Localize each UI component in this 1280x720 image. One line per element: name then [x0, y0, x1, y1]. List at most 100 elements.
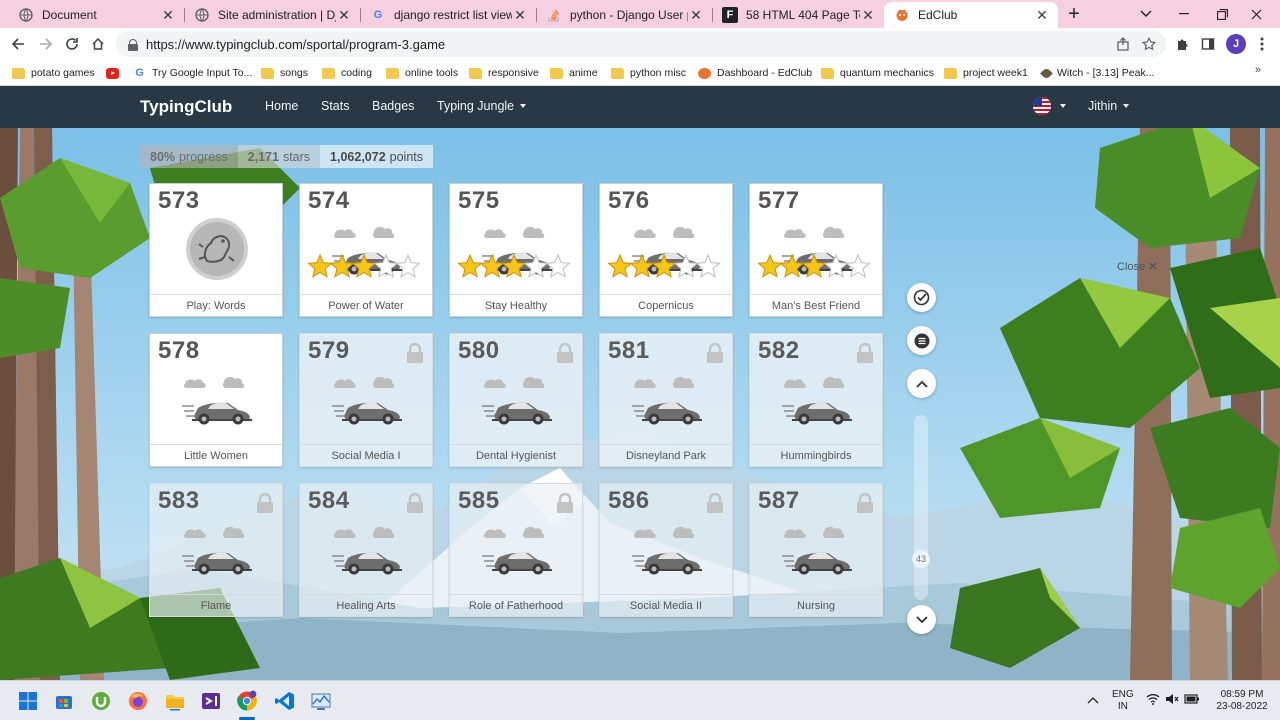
star-filled-icon: [758, 253, 783, 278]
bookmark-star-icon[interactable]: [1140, 35, 1158, 53]
lesson-card-583[interactable]: 583 Flame: [149, 483, 283, 617]
bookmark-quantum-mechanics[interactable]: quantum mechanics: [821, 64, 934, 82]
bookmark-label: songs: [280, 67, 309, 79]
lesson-card-574[interactable]: 574 Power of Water: [299, 183, 433, 317]
bookmark-youtube[interactable]: [106, 64, 125, 82]
bookmark-edclub-dashboard[interactable]: Dashboard - EdClub: [698, 64, 812, 82]
extensions-icon[interactable]: [1172, 34, 1192, 54]
resource-monitor-icon[interactable]: [309, 689, 333, 713]
file-explorer-icon[interactable]: [163, 689, 187, 713]
us-flag-icon[interactable]: [1033, 97, 1051, 115]
folder-icon: [944, 67, 957, 79]
utorrent-icon[interactable]: [89, 689, 113, 713]
scroll-down-button[interactable]: [907, 605, 936, 634]
lesson-number: 578: [158, 337, 200, 364]
nav-home[interactable]: Home: [265, 99, 298, 113]
close-window-icon[interactable]: [1244, 4, 1268, 24]
tab-document[interactable]: Document ✕: [8, 2, 184, 28]
battery-icon[interactable]: [1184, 693, 1200, 708]
home-icon[interactable]: [86, 32, 110, 56]
close-link[interactable]: Close ✕: [1117, 260, 1157, 273]
lesson-card-579[interactable]: 579 Social Media I: [299, 333, 433, 467]
lesson-card-576[interactable]: 576 Copernicus: [599, 183, 733, 317]
wifi-icon[interactable]: [1146, 693, 1160, 708]
lesson-card-580[interactable]: 580 Dental Hygienist: [449, 333, 583, 467]
close-icon[interactable]: ✕: [860, 7, 876, 24]
lock-icon[interactable]: [128, 38, 138, 51]
vscode-icon[interactable]: [273, 689, 297, 713]
level-slider-knob[interactable]: 43: [912, 550, 930, 568]
lesson-card-587[interactable]: 587 Nursing: [749, 483, 883, 617]
lesson-card-577[interactable]: 577 Man's Best Friend: [749, 183, 883, 317]
restore-icon[interactable]: [1210, 4, 1234, 24]
close-icon[interactable]: ✕: [160, 7, 176, 24]
lesson-card-584[interactable]: 584 Healing Arts: [299, 483, 433, 617]
nav-badges[interactable]: Badges: [372, 99, 414, 113]
lesson-card-578[interactable]: 578 Little Women: [149, 333, 283, 467]
chevron-up-icon[interactable]: [1087, 693, 1099, 707]
check-circle-button[interactable]: [907, 283, 936, 312]
language-dropdown[interactable]: [1054, 99, 1066, 113]
reload-icon[interactable]: [60, 32, 84, 56]
lesson-card-582[interactable]: 582 Hummingbirds: [749, 333, 883, 467]
user-menu[interactable]: Jithin: [1088, 99, 1130, 113]
tab-search-icon[interactable]: [1134, 4, 1158, 24]
nav-typing-jungle[interactable]: Typing Jungle: [437, 99, 527, 113]
side-panel-icon[interactable]: [1198, 34, 1218, 54]
points-value: 1,062,072: [330, 149, 386, 164]
chrome-icon[interactable]: [235, 689, 259, 713]
lesson-card-575[interactable]: 575 Stay Healthy: [449, 183, 583, 317]
lesson-card-573[interactable]: 573 Play: Words: [149, 183, 283, 317]
bookmark-responsive[interactable]: responsive: [469, 64, 539, 82]
kebab-menu-icon[interactable]: [1252, 34, 1272, 54]
close-icon[interactable]: ✕: [688, 7, 704, 24]
bookmark-coding[interactable]: coding: [322, 64, 372, 82]
race-car-icon: [332, 376, 402, 425]
new-tab-button[interactable]: +: [1062, 3, 1086, 25]
tab-edclub[interactable]: EdClub ✕: [884, 2, 1058, 28]
scroll-up-button[interactable]: [907, 369, 936, 398]
nav-stats[interactable]: Stats: [321, 99, 350, 113]
tab-site-administration[interactable]: Site administration | Django ✕: [184, 2, 360, 28]
forward-icon[interactable]: [34, 32, 58, 56]
store-icon[interactable]: [52, 689, 76, 713]
bookmark-anime[interactable]: anime: [550, 64, 598, 82]
edclub-icon: [894, 7, 910, 23]
bookmark-songs[interactable]: songs: [261, 64, 308, 82]
lesson-card-586[interactable]: 586 Social Media II: [599, 483, 733, 617]
firefox-icon[interactable]: [126, 689, 150, 713]
bookmark-online-tools[interactable]: online tools: [386, 64, 458, 82]
profile-avatar[interactable]: J: [1226, 34, 1246, 54]
share-icon[interactable]: [1114, 35, 1132, 53]
bookmark-potato-games[interactable]: potato games: [12, 64, 95, 82]
chevron-down-icon: [915, 615, 928, 623]
close-icon[interactable]: ✕: [512, 7, 528, 24]
brand-logo[interactable]: TypingClub: [140, 97, 232, 117]
tab-django-user-perm[interactable]: python - Django User permi ✕: [536, 2, 712, 28]
windows-start-icon[interactable]: [16, 689, 40, 713]
tab-django-restrict[interactable]: G django restrict list view for u ✕: [360, 2, 536, 28]
visual-studio-icon[interactable]: [199, 689, 223, 713]
close-icon[interactable]: ✕: [1034, 7, 1050, 24]
star-empty-icon: [823, 253, 849, 278]
back-icon[interactable]: [6, 32, 30, 56]
bookmark-witch[interactable]: Witch - [3.13] Peak...: [1040, 64, 1154, 82]
close-icon[interactable]: ✕: [336, 7, 352, 24]
url-text[interactable]: https://www.typingclub.com/sportal/progr…: [146, 37, 445, 52]
minimize-icon[interactable]: [1172, 4, 1196, 24]
bookmarks-overflow-button[interactable]: »: [1255, 64, 1261, 76]
bookmark-project-week1[interactable]: project week1: [944, 64, 1028, 82]
lesson-card-581[interactable]: 581 Disneyland Park: [599, 333, 733, 467]
volume-muted-icon[interactable]: [1165, 693, 1179, 708]
bookmark-google-input[interactable]: G Try Google Input To...: [133, 64, 252, 82]
language-indicator[interactable]: ENG IN: [1112, 689, 1134, 713]
address-bar[interactable]: https://www.typingclub.com/sportal/progr…: [116, 31, 1166, 57]
menu-button[interactable]: [907, 326, 936, 355]
lesson-title: Disneyland Park: [600, 444, 732, 466]
lesson-card-585[interactable]: 585 Role of Fatherhood: [449, 483, 583, 617]
level-slider-track[interactable]: [914, 415, 928, 600]
clock[interactable]: 08:59 PM 23-08-2022: [1214, 689, 1270, 713]
tab-html-404[interactable]: F 58 HTML 404 Page Templat ✕: [712, 2, 884, 28]
bookmark-python-misc[interactable]: python misc: [611, 64, 686, 82]
lesson-number: 583: [158, 487, 200, 514]
